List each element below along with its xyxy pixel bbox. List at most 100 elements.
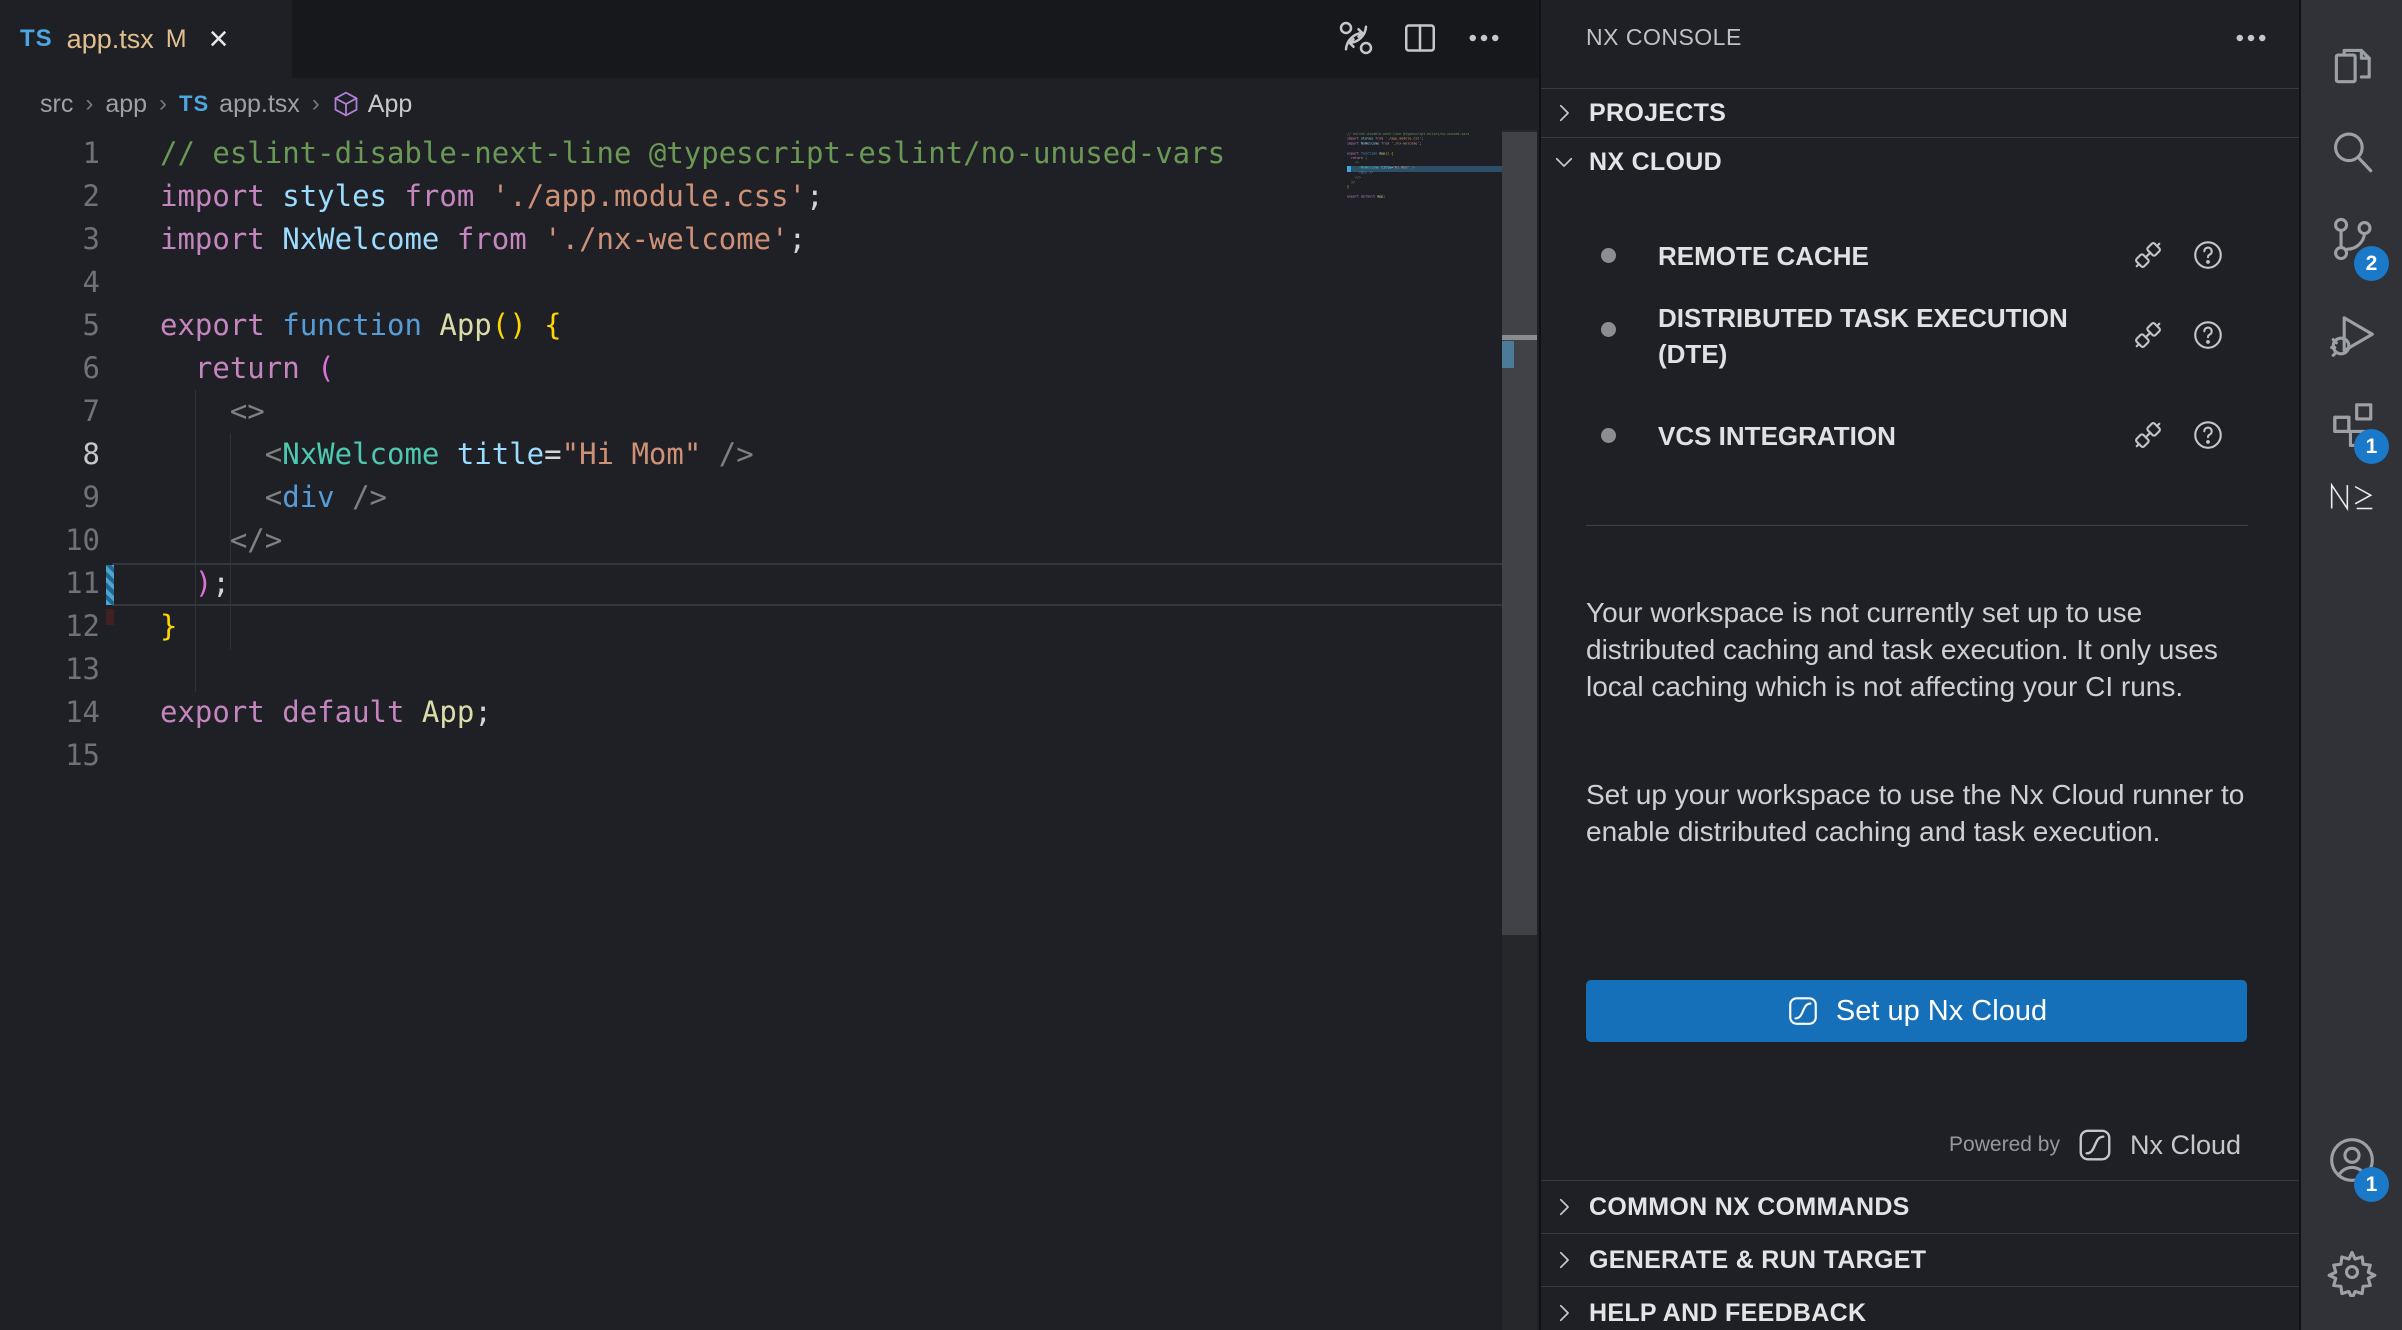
breadcrumb-label: src (40, 90, 73, 119)
close-icon[interactable]: × (209, 22, 229, 56)
line-number: 7 (0, 390, 100, 433)
line-number: 3 (0, 218, 100, 261)
code-line-10[interactable]: </> (160, 519, 282, 562)
connect-icon[interactable] (2131, 418, 2165, 452)
line-number: 15 (0, 734, 100, 777)
code-line-7[interactable]: <> (160, 390, 265, 433)
section-label: HELP AND FEEDBACK (1589, 1299, 1866, 1328)
cloud-description-2: Set up your workspace to use the Nx Clou… (1586, 776, 2252, 850)
breadcrumb-label: app (105, 90, 147, 119)
breadcrumb-item-app[interactable]: App (332, 90, 412, 119)
symbol-cube-icon (332, 90, 360, 118)
cloud-item-label: VCS INTEGRATION (1658, 418, 2098, 454)
status-dot (1601, 322, 1616, 337)
badge: 2 (2354, 246, 2389, 281)
current-line-border-bottom (112, 604, 1502, 606)
section-label: COMMON NX COMMANDS (1589, 1193, 1910, 1222)
activity-nx-console[interactable] (2301, 448, 2402, 544)
code-editor[interactable]: 1 // eslint-disable-next-line @typescript… (0, 130, 1539, 1330)
line-number: 8 (0, 433, 100, 476)
line-number: 1 (0, 132, 100, 175)
chevron-right-icon (1551, 100, 1577, 126)
activity-settings[interactable] (2301, 1224, 2402, 1320)
line-number: 9 (0, 476, 100, 519)
section-generate-run-target[interactable]: GENERATE & RUN TARGET (1541, 1233, 2299, 1286)
code-line-6[interactable]: return ( (160, 347, 335, 390)
more-actions-icon[interactable] (2231, 18, 2271, 58)
nx-console-panel: NX CONSOLE PROJECTS NX CLOUD REMOTE CACH… (1541, 0, 2299, 1330)
code-line-14[interactable]: export default App; (160, 691, 492, 734)
scrollbar-slider[interactable] (1502, 132, 1537, 935)
help-icon[interactable] (2191, 318, 2225, 352)
activity-run-debug[interactable] (2301, 287, 2402, 383)
line-number: 10 (0, 519, 100, 562)
more-actions-icon[interactable] (1464, 18, 1504, 58)
activity-explorer[interactable] (2301, 18, 2402, 114)
breadcrumb-item-src[interactable]: src (40, 90, 73, 119)
section-projects[interactable]: PROJECTS (1541, 88, 2299, 137)
section-label: GENERATE & RUN TARGET (1589, 1246, 1926, 1275)
section-help-and-feedback[interactable]: HELP AND FEEDBACK (1541, 1286, 2299, 1330)
activity-accounts[interactable]: 1 (2301, 1112, 2402, 1208)
code-line-5[interactable]: export function App() { (160, 304, 562, 347)
editor-toolbar (1336, 18, 1504, 58)
setup-button-label: Set up Nx Cloud (1836, 995, 2047, 1028)
code-line-1[interactable]: // eslint-disable-next-line @typescript-… (160, 132, 1225, 175)
line-number: 6 (0, 347, 100, 390)
nx-cloud-logo-icon (2076, 1126, 2114, 1164)
line-number: 11 (0, 562, 100, 605)
section-common-nx-commands[interactable]: COMMON NX COMMANDS (1541, 1180, 2299, 1233)
breadcrumb-separator: › (159, 90, 167, 118)
cloud-item-remote-cache: REMOTE CACHE (1541, 228, 2299, 284)
code-line-2[interactable]: import styles from './app.module.css'; (160, 175, 824, 218)
breadcrumb-label: App (368, 90, 412, 119)
code-line-3[interactable]: import NxWelcome from './nx-welcome'; (160, 218, 806, 261)
breadcrumb-separator: › (85, 90, 93, 118)
activity-search[interactable] (2301, 104, 2402, 200)
code-line-12[interactable]: } (160, 605, 177, 648)
badge: 1 (2354, 1167, 2389, 1202)
overview-ruler-modified-marker (1502, 341, 1514, 368)
minimap[interactable]: // eslint-disable-next-line @typescript-… (1347, 132, 1502, 242)
tab-app-tsx[interactable]: TS app.tsx M × (0, 0, 292, 78)
gutter-deleted-marker (106, 609, 114, 625)
connect-icon[interactable] (2131, 318, 2165, 352)
setup-nx-cloud-button[interactable]: Set up Nx Cloud (1586, 980, 2247, 1042)
typescript-file-icon: TS (20, 25, 53, 53)
code-line-8[interactable]: <NxWelcome title="Hi Mom" /> (160, 433, 754, 476)
connect-icon[interactable] (2131, 238, 2165, 272)
breadcrumb: src›app›TSapp.tsx›App (0, 78, 1539, 130)
chevron-down-icon (1551, 149, 1577, 175)
breadcrumb-item-app-tsx[interactable]: TS app.tsx (179, 90, 300, 119)
tab-bar: TS app.tsx M × (0, 0, 1539, 78)
section-label: NX CLOUD (1589, 148, 1722, 177)
chevron-right-icon (1551, 1247, 1577, 1273)
split-editor-icon[interactable] (1400, 18, 1440, 58)
line-number: 13 (0, 648, 100, 691)
typescript-file-icon: TS (179, 91, 209, 117)
minimap-line (1347, 199, 1502, 204)
cloud-item-label: REMOTE CACHE (1658, 238, 2098, 274)
status-dot (1601, 428, 1616, 443)
cloud-item-label: DISTRIBUTED TASK EXECUTION (DTE) (1658, 300, 2098, 372)
section-nx-cloud[interactable]: NX CLOUD (1541, 137, 2299, 186)
editor-region: TS app.tsx M × src›app›TSapp.tsx›App 1//… (0, 0, 1539, 1330)
line-number: 14 (0, 691, 100, 734)
breadcrumb-label: app.tsx (219, 90, 300, 119)
help-icon[interactable] (2191, 418, 2225, 452)
cloud-item-distributed-task-execution-dte-: DISTRIBUTED TASK EXECUTION (DTE) (1541, 296, 2299, 396)
activity-bar: 211 (2301, 0, 2402, 1330)
code-line-9[interactable]: <div /> (160, 476, 387, 519)
powered-by-row: Powered by Nx Cloud (1949, 1126, 2241, 1164)
chevron-right-icon (1551, 1194, 1577, 1220)
open-changes-icon[interactable] (1336, 18, 1376, 58)
breadcrumb-item-app[interactable]: app (105, 90, 147, 119)
status-dot (1601, 248, 1616, 263)
tab-filename: app.tsx (67, 24, 154, 55)
activity-source-control[interactable]: 2 (2301, 191, 2402, 287)
nx-cloud-brand: Nx Cloud (2130, 1130, 2241, 1161)
scrollbar-band (1502, 335, 1537, 340)
help-icon[interactable] (2191, 238, 2225, 272)
nx-cloud-logo-icon (1786, 994, 1820, 1028)
code-line-11[interactable]: ); (160, 562, 230, 605)
